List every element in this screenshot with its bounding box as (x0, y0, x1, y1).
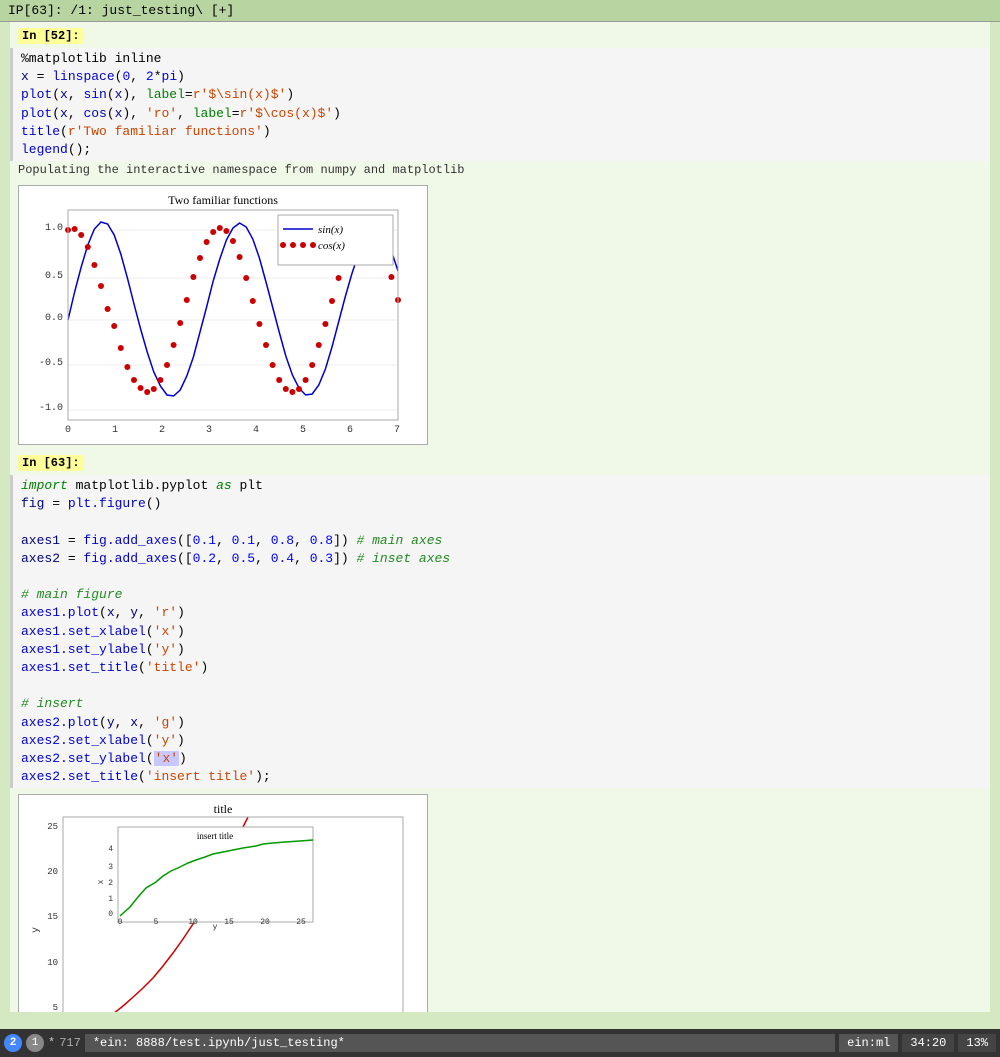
code63-line-5: axes2 = fig.add_axes([0.2, 0.5, 0.4, 0.3… (21, 550, 982, 568)
code63-line-2: fig = plt.figure() (21, 495, 982, 513)
plot-1-svg: Two familiar functions 1.0 0.5 0.0 -0.5 … (23, 190, 423, 440)
svg-text:5: 5 (300, 425, 306, 436)
svg-text:7: 7 (394, 425, 400, 436)
plot-2: title 25 20 15 10 5 0 y 0 1 2 (18, 794, 428, 1012)
svg-text:0: 0 (118, 918, 123, 927)
svg-text:2: 2 (159, 425, 165, 436)
code63-line-17: axes2.set_title('insert title'); (21, 768, 982, 786)
code-line-2: x = linspace(0, 2*pi) (21, 68, 982, 86)
cell-52-output: Populating the interactive namespace fro… (10, 161, 990, 179)
code-line-1: %matplotlib inline (21, 50, 982, 68)
svg-text:5: 5 (154, 918, 159, 927)
svg-text:3: 3 (206, 425, 212, 436)
svg-text:10: 10 (188, 918, 198, 927)
code63-line-4: axes1 = fig.add_axes([0.1, 0.1, 0.8, 0.8… (21, 532, 982, 550)
status-circle-1[interactable]: 2 (4, 1034, 22, 1052)
svg-text:0.5: 0.5 (45, 271, 63, 282)
svg-text:25: 25 (47, 822, 58, 832)
plot-2-main-title: title (214, 802, 233, 816)
svg-text:sin(x): sin(x) (318, 224, 343, 236)
svg-text:20: 20 (260, 918, 270, 927)
svg-text:-1.0: -1.0 (39, 403, 63, 414)
title-bar: IP[63]: /1: just_testing\ [+] (0, 0, 1000, 22)
status-modified: * (48, 1036, 55, 1050)
svg-text:1: 1 (108, 895, 113, 904)
svg-text:6: 6 (347, 425, 353, 436)
status-filename: *ein: 8888/test.ipynb/just_testing* (85, 1034, 835, 1052)
cell-52: In [52]: %matplotlib inline x = linspace… (10, 22, 990, 181)
svg-text:0: 0 (108, 910, 113, 919)
status-number: 717 (59, 1036, 81, 1050)
svg-text:15: 15 (224, 918, 234, 927)
svg-text:4: 4 (253, 425, 259, 436)
svg-text:25: 25 (296, 918, 306, 927)
notebook: In [52]: %matplotlib inline x = linspace… (10, 22, 990, 1012)
code63-line-6 (21, 568, 982, 586)
cell-52-label: In [52]: (18, 28, 84, 44)
code63-line-13: # insert (21, 695, 982, 713)
code63-line-15: axes2.set_xlabel('y') (21, 732, 982, 750)
cell-52-code[interactable]: %matplotlib inline x = linspace(0, 2*pi)… (10, 48, 990, 161)
code63-line-11: axes1.set_title('title') (21, 659, 982, 677)
code-line-3: plot(x, sin(x), label=r'$\sin(x)$') (21, 86, 982, 104)
svg-text:10: 10 (47, 958, 58, 968)
cell-63-label: In [63]: (18, 455, 84, 471)
code63-line-7: # main figure (21, 586, 982, 604)
svg-text:0: 0 (65, 425, 71, 436)
svg-text:15: 15 (47, 912, 58, 922)
svg-text:4: 4 (108, 845, 113, 854)
svg-text:-0.5: -0.5 (39, 358, 63, 369)
svg-text:3: 3 (108, 863, 113, 872)
status-circle-2[interactable]: 1 (26, 1034, 44, 1052)
code-line-5: title(r'Two familiar functions') (21, 123, 982, 141)
svg-text:1: 1 (112, 425, 118, 436)
svg-text:5: 5 (53, 1003, 58, 1012)
code63-line-9: axes1.set_xlabel('x') (21, 623, 982, 641)
status-percent: 13% (958, 1034, 996, 1052)
svg-text:0.0: 0.0 (45, 313, 63, 324)
svg-text:1.0: 1.0 (45, 223, 63, 234)
code63-line-1: import matplotlib.pyplot as plt (21, 477, 982, 495)
svg-text:cos(x): cos(x) (318, 240, 345, 252)
cell-63: In [63]: import matplotlib.pyplot as plt… (10, 449, 990, 790)
status-position: 34:20 (902, 1034, 954, 1052)
code63-line-16: axes2.set_ylabel('x') (21, 750, 982, 768)
plot-2-svg: title 25 20 15 10 5 0 y 0 1 2 (23, 799, 423, 1012)
output-text: Populating the interactive namespace fro… (18, 163, 464, 177)
cell-63-code[interactable]: import matplotlib.pyplot as plt fig = pl… (10, 475, 990, 788)
svg-text:insert title: insert title (197, 831, 233, 841)
svg-text:y: y (213, 923, 218, 932)
svg-text:20: 20 (47, 867, 58, 877)
status-mode: ein:ml (839, 1034, 898, 1052)
code63-line-12 (21, 677, 982, 695)
svg-text:y: y (31, 927, 42, 933)
status-bar: 2 1 * 717 *ein: 8888/test.ipynb/just_tes… (0, 1029, 1000, 1057)
plot-1-title: Two familiar functions (168, 193, 278, 207)
code63-line-8: axes1.plot(x, y, 'r') (21, 604, 982, 622)
code63-line-14: axes2.plot(y, x, 'g') (21, 714, 982, 732)
title-text: IP[63]: /1: just_testing\ [+] (8, 3, 234, 18)
svg-text:2: 2 (108, 879, 113, 888)
plot-1: Two familiar functions 1.0 0.5 0.0 -0.5 … (18, 185, 428, 445)
code63-line-10: axes1.set_ylabel('y') (21, 641, 982, 659)
svg-text:x: x (97, 880, 106, 885)
code63-line-3 (21, 514, 982, 532)
code-line-6: legend(); (21, 141, 982, 159)
code-line-4: plot(x, cos(x), 'ro', label=r'$\cos(x)$'… (21, 105, 982, 123)
